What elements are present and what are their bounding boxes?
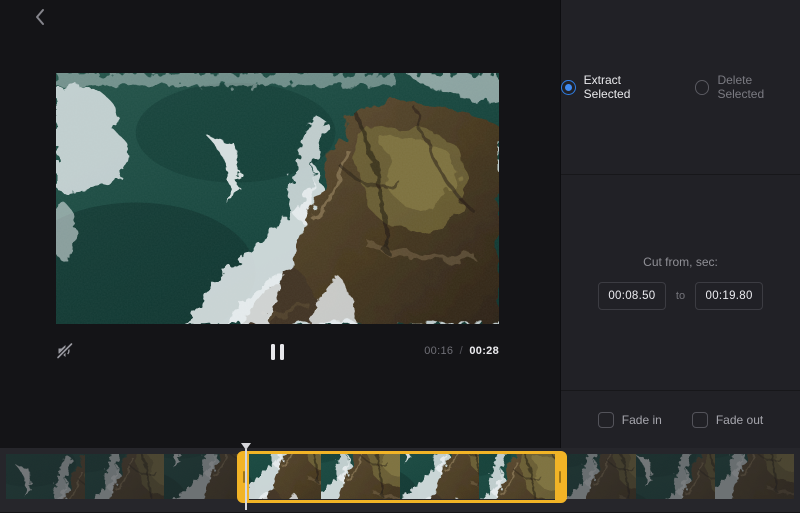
radio-delete-selected[interactable]: Delete Selected <box>695 73 800 101</box>
speaker-muted-icon <box>56 342 74 360</box>
pause-icon <box>271 344 275 360</box>
mute-button[interactable] <box>56 342 74 360</box>
fade-out-checkbox[interactable]: Fade out <box>692 412 763 428</box>
cut-range-section: Cut from, sec: to <box>561 174 800 390</box>
video-preview[interactable] <box>56 73 499 324</box>
total-duration: 00:28 <box>469 345 499 357</box>
checkbox-label: Fade out <box>716 413 763 427</box>
playhead-line <box>245 449 247 510</box>
cut-to-label: to <box>676 290 685 302</box>
mode-section: Extract Selected Delete Selected <box>561 0 800 174</box>
timeline[interactable] <box>0 448 800 512</box>
cut-to-input[interactable] <box>695 282 763 310</box>
radio-icon <box>561 80 576 95</box>
time-display: 00:16 / 00:28 <box>330 345 499 357</box>
radio-label: Extract Selected <box>584 73 669 101</box>
chevron-left-icon <box>30 6 52 28</box>
radio-extract-selected[interactable]: Extract Selected <box>561 73 669 101</box>
time-separator: / <box>460 345 463 357</box>
pause-button[interactable] <box>271 344 285 360</box>
video-frame <box>56 73 499 324</box>
fade-section: Fade in Fade out <box>561 390 800 448</box>
current-time: 00:16 <box>424 345 453 357</box>
cut-from-input[interactable] <box>598 282 666 310</box>
pause-icon <box>280 344 284 360</box>
selection-right-handle[interactable] <box>555 453 565 501</box>
timeline-dim-left <box>6 454 237 499</box>
editor-stage: 00:16 / 00:28 <box>0 0 560 448</box>
timeline-dim-right <box>567 454 794 499</box>
timeline-selection[interactable] <box>237 451 567 503</box>
radio-icon <box>695 80 710 95</box>
cut-range-label: Cut from, sec: <box>643 255 718 269</box>
back-button[interactable] <box>30 6 52 28</box>
checkbox-icon <box>598 412 614 428</box>
radio-label: Delete Selected <box>717 73 800 101</box>
checkbox-icon <box>692 412 708 428</box>
playhead[interactable] <box>241 443 251 513</box>
checkbox-label: Fade in <box>622 413 662 427</box>
settings-panel: Extract Selected Delete Selected Cut fro… <box>560 0 800 448</box>
fade-in-checkbox[interactable]: Fade in <box>598 412 662 428</box>
